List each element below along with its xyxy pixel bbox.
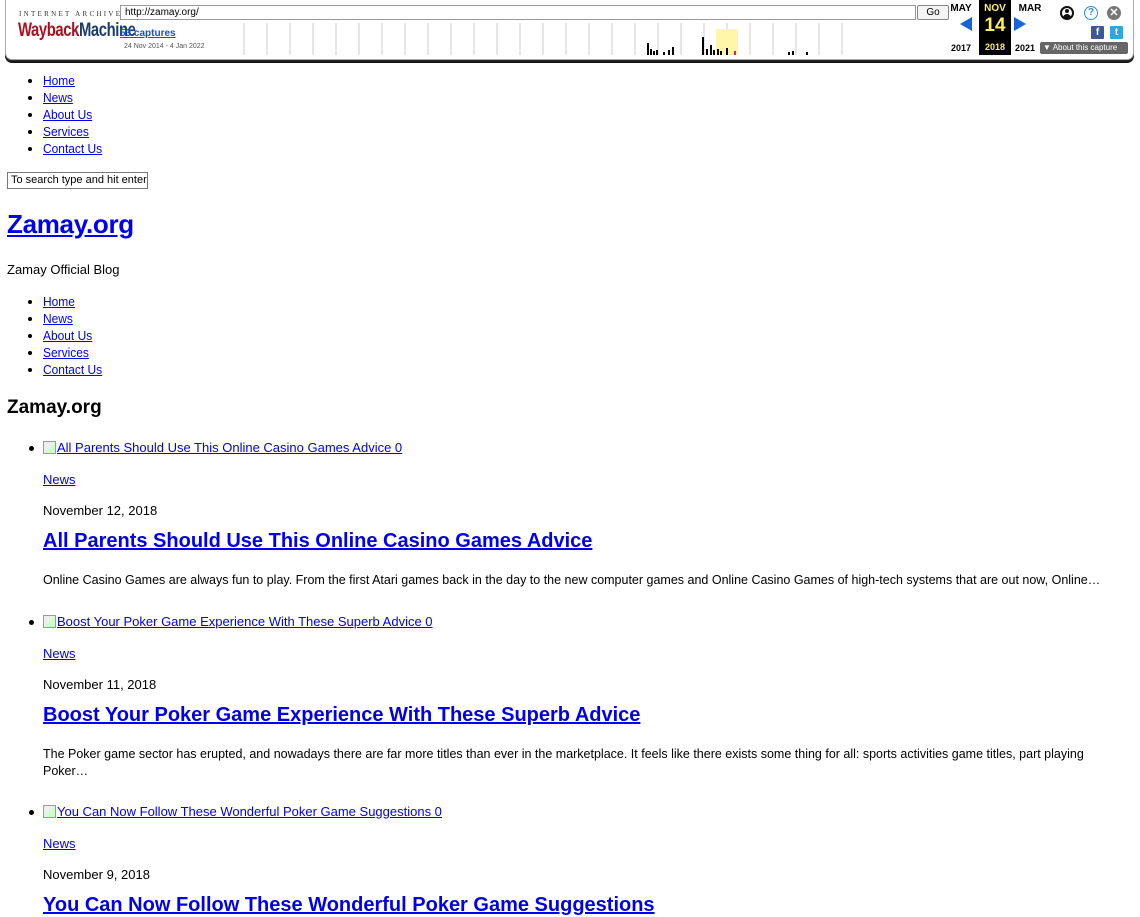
nav-link-services[interactable]: Services [43, 344, 89, 361]
nav-link-about[interactable]: About Us [43, 327, 92, 344]
post-category-link[interactable]: News [43, 646, 76, 661]
user-account-icon[interactable] [1060, 6, 1074, 20]
section-title: Zamay.org [7, 397, 102, 418]
nav-item-news: News [43, 310, 107, 327]
top-navigation: Home News About Us Services Contact Us [23, 72, 107, 157]
current-month-label: NOV [984, 3, 1006, 14]
facebook-share-icon[interactable]: f [1091, 26, 1104, 39]
nav-link-services[interactable]: Services [43, 123, 89, 140]
nav-link-about[interactable]: About Us [43, 106, 92, 123]
nav-link-contact[interactable]: Contact Us [43, 361, 102, 378]
post-title-link[interactable]: All Parents Should Use This Online Casin… [43, 530, 592, 553]
nav-item-services: Services [43, 344, 107, 361]
capture-sparkline[interactable] [222, 23, 947, 55]
post-excerpt: The Poker game sector has erupted, and n… [43, 747, 1084, 778]
nav-item-home: Home [43, 293, 107, 310]
next-capture-arrow-icon[interactable] [1014, 17, 1026, 31]
nav-link-news[interactable]: News [43, 89, 73, 106]
post-title-link[interactable]: You Can Now Follow These Wonderful Poker… [43, 894, 655, 917]
list-bullet [29, 810, 34, 815]
wayback-toolbar: INTERNET ARCHIVE WaybackMachine http://z… [5, 0, 1134, 60]
nav-item-home: Home [43, 72, 107, 89]
list-bullet [29, 620, 34, 625]
nav-item-about: About Us [43, 327, 107, 344]
prev-year-label[interactable]: 2017 [945, 43, 977, 53]
capture-date-range: 24 Nov 2014 - 4 Jan 2022 [124, 43, 205, 50]
post-excerpt: Online Casino Games are always fun to pl… [43, 573, 1101, 587]
nav-item-services: Services [43, 123, 107, 140]
main-navigation: Home News About Us Services Contact Us [23, 293, 107, 378]
post-category-link[interactable]: News [43, 836, 76, 851]
wayback-url-input[interactable]: http://zamay.org/ [120, 5, 916, 20]
post-image-link[interactable]: You Can Now Follow These Wonderful Poker… [43, 804, 442, 819]
post-image-link[interactable]: Boost Your Poker Game Experience With Th… [43, 614, 433, 629]
current-day-label: 14 [984, 15, 1006, 36]
search-input[interactable]: To search type and hit enter [7, 172, 148, 189]
post-date: November 11, 2018 [43, 677, 157, 692]
nav-link-home[interactable]: Home [43, 72, 75, 89]
broken-image-icon [43, 615, 56, 628]
post-category-link[interactable]: News [43, 472, 76, 487]
list-bullet [29, 446, 34, 451]
prev-month-label[interactable]: MAY [945, 3, 977, 14]
about-this-capture-button[interactable]: ▼ About this capture [1040, 42, 1128, 54]
help-icon[interactable]: ? [1084, 6, 1098, 20]
broken-image-icon [43, 805, 56, 818]
broken-image-icon [43, 441, 56, 454]
wayback-logo[interactable]: INTERNET ARCHIVE WaybackMachine [16, 6, 136, 46]
next-month-label[interactable]: MAR [1014, 3, 1046, 14]
next-year-label[interactable]: 2021 [1009, 43, 1041, 53]
post-date: November 12, 2018 [43, 503, 158, 518]
nav-item-contact: Contact Us [43, 140, 107, 157]
nav-item-news: News [43, 89, 107, 106]
close-icon[interactable]: ✕ [1107, 6, 1121, 20]
site-tagline: Zamay Official Blog [7, 262, 120, 277]
nav-link-news[interactable]: News [43, 310, 73, 327]
site-title-link[interactable]: Zamay.org [7, 209, 134, 239]
current-year-label: 2018 [984, 42, 1006, 52]
post-date: November 9, 2018 [43, 867, 150, 882]
nav-item-about: About Us [43, 106, 107, 123]
internet-archive-label: INTERNET ARCHIVE [19, 10, 123, 18]
captures-link[interactable]: 53 captures [120, 28, 176, 39]
post-title-link[interactable]: Boost Your Poker Game Experience With Th… [43, 704, 640, 727]
twitter-share-icon[interactable]: t [1110, 26, 1123, 39]
post-image-link[interactable]: All Parents Should Use This Online Casin… [43, 440, 402, 455]
prev-capture-arrow-icon[interactable] [960, 17, 972, 31]
site-title: Zamay.org [7, 209, 134, 240]
nav-link-home[interactable]: Home [43, 293, 75, 310]
nav-link-contact[interactable]: Contact Us [43, 140, 102, 157]
nav-item-contact: Contact Us [43, 361, 107, 378]
wayback-machine-wordmark: WaybackMachine [18, 20, 136, 41]
